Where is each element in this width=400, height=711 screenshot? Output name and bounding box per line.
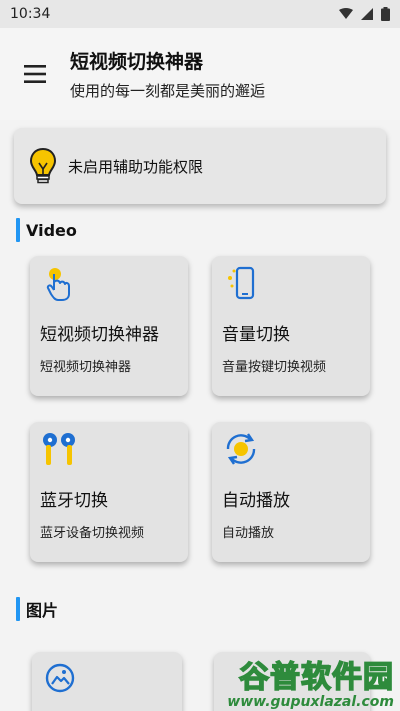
status-bar: 10:34	[0, 0, 400, 28]
card-description: 自动播放	[222, 526, 275, 541]
status-icons	[339, 7, 390, 21]
watermark-logo: 谷普软件园 www.gupuxlazal.com	[218, 650, 400, 711]
card-short-video-switch[interactable]: 短视频切换神器 短视频切换神器	[30, 256, 188, 396]
card-volume-switch[interactable]: 音量切换 音量按键切换视频	[212, 256, 370, 396]
phone-volume-icon	[228, 266, 255, 300]
section-title-images: 图片	[26, 601, 59, 620]
watermark-url-text: www.gupuxlazal.com	[227, 693, 394, 710]
card-bluetooth-switch[interactable]: 蓝牙切换 蓝牙设备切换视频	[30, 422, 188, 562]
signal-icon	[361, 8, 373, 20]
card-description: 音量按键切换视频	[222, 360, 327, 375]
card-title: 音量切换	[222, 325, 290, 345]
hamburger-menu-icon	[24, 65, 46, 83]
card-description: 短视频切换神器	[40, 360, 132, 375]
card-title: 短视频切换神器	[40, 325, 159, 345]
watermark-main-text: 谷普软件园	[238, 659, 394, 696]
card-title: 自动播放	[222, 491, 290, 511]
card-description: 蓝牙设备切换视频	[40, 526, 145, 541]
section-header-images: 图片	[16, 597, 58, 621]
wifi-icon	[339, 8, 353, 19]
status-time: 10:34	[10, 6, 51, 22]
card-auto-play[interactable]: 自动播放 自动播放	[212, 422, 370, 562]
menu-button[interactable]	[0, 28, 70, 120]
app-subtitle: 使用的每一刻都是美丽的邂逅	[70, 82, 266, 100]
lightbulb-icon	[29, 147, 57, 184]
app-bar: 短视频切换神器 使用的每一刻都是美丽的邂逅	[0, 28, 400, 120]
battery-icon	[381, 7, 390, 21]
card-title: 蓝牙切换	[40, 491, 108, 511]
title-block: 短视频切换神器 使用的每一刻都是美丽的邂逅	[70, 47, 265, 101]
card-image[interactable]	[32, 652, 182, 711]
accessibility-permission-card[interactable]: 未启用辅助功能权限	[14, 128, 386, 204]
section-title-video: Video	[26, 220, 77, 240]
section-header-video: Video	[16, 218, 77, 242]
accessibility-status-text: 未启用辅助功能权限	[68, 157, 204, 176]
earbuds-icon	[43, 433, 75, 465]
section-accent-bar	[16, 597, 20, 621]
tap-hand-icon	[46, 268, 70, 301]
image-icon	[45, 663, 75, 693]
section-accent-bar	[16, 218, 20, 242]
auto-rotate-icon	[226, 433, 256, 465]
app-title: 短视频切换神器	[70, 51, 204, 73]
